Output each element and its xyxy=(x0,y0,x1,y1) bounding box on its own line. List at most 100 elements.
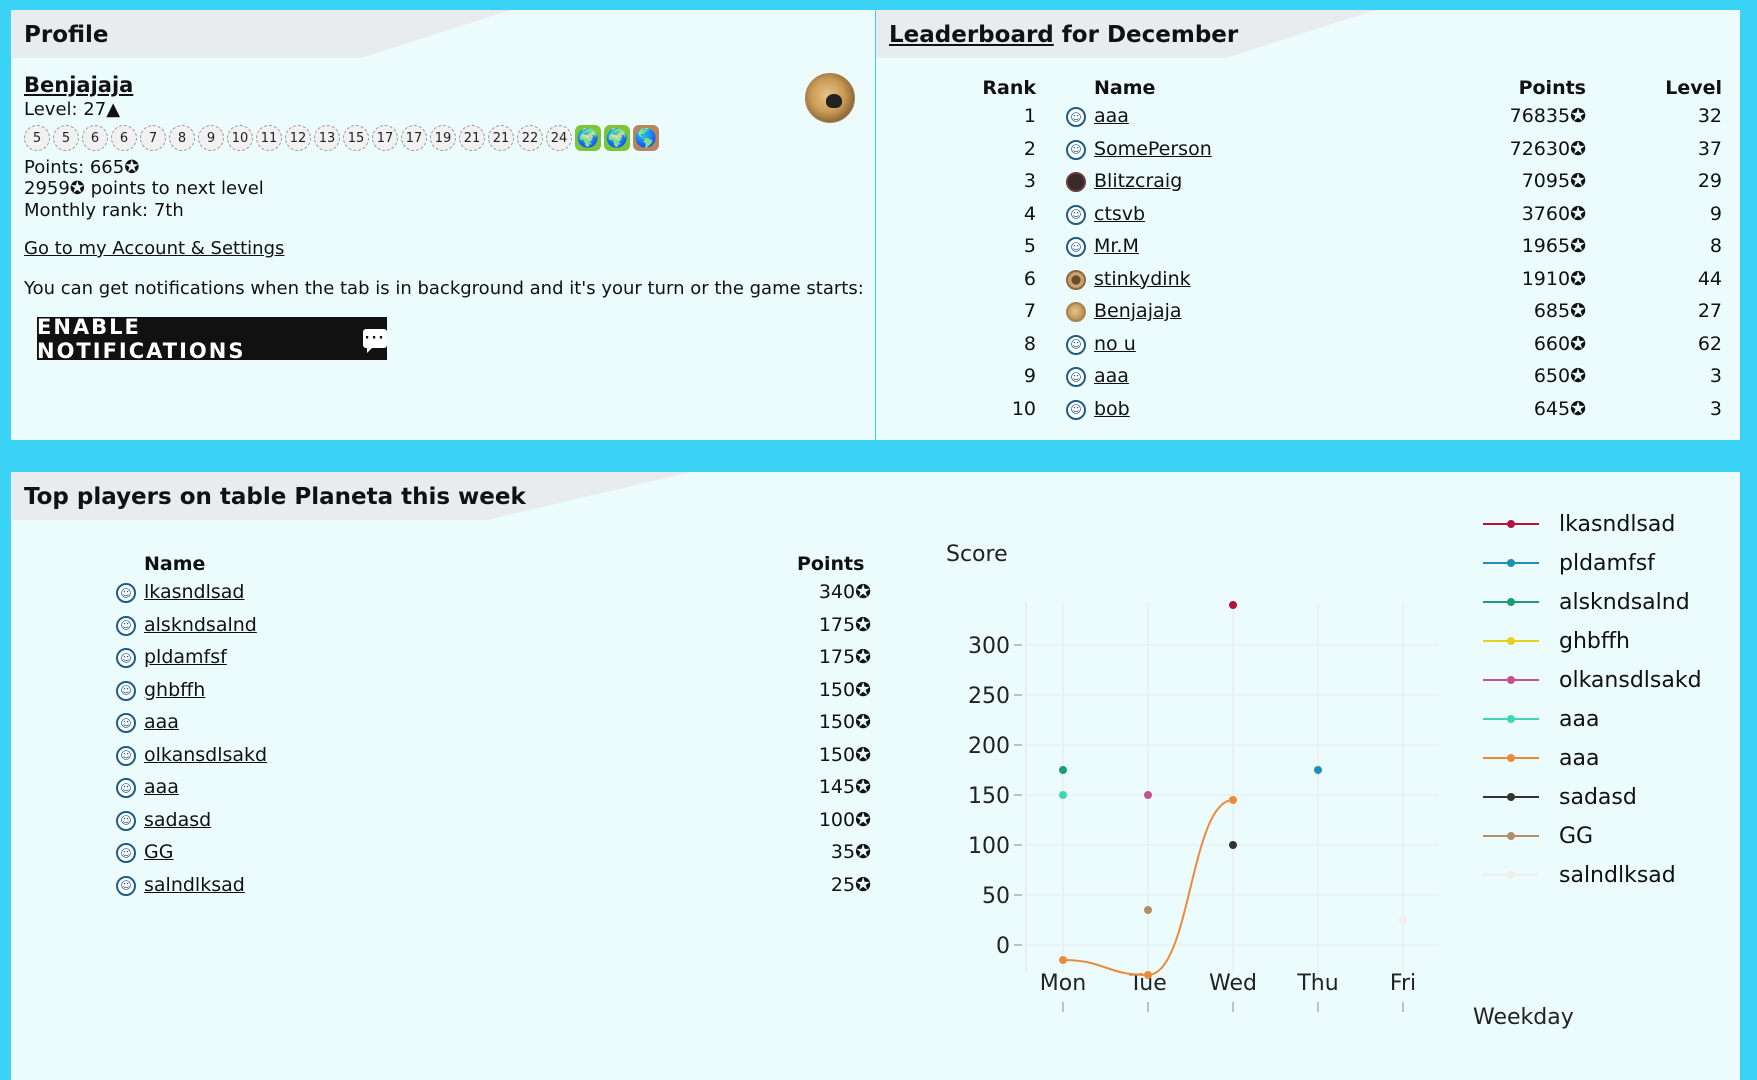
leaderboard-points: 1910✪ xyxy=(1521,267,1586,290)
leaderboard-row: 1 ☺ aaa 76835✪ 32 xyxy=(876,105,1740,135)
leaderboard-player-link[interactable]: aaa xyxy=(1094,105,1129,127)
legend-line-icon xyxy=(1483,559,1539,567)
legend-item[interactable]: aaa xyxy=(1483,743,1599,773)
y-tick-label: 100 xyxy=(968,834,1010,859)
legend-line-icon xyxy=(1483,832,1539,840)
leaderboard-row: 2 ☺ SomePerson 72630✪ 37 xyxy=(876,138,1740,168)
legend-item[interactable]: salndlksad xyxy=(1483,860,1676,890)
leaderboard-rank: 2 xyxy=(1023,137,1036,160)
default-avatar-icon: ☺ xyxy=(1066,204,1086,225)
level-badge: 8 xyxy=(169,125,195,151)
x-tick-label: Wed xyxy=(1209,971,1257,996)
leaderboard-rank: 6 xyxy=(1023,267,1036,290)
legend-item[interactable]: GG xyxy=(1483,821,1593,851)
leaderboard-row: 3 Blitzcraig 7095✪ 29 xyxy=(876,170,1740,200)
level-badge: 24 xyxy=(546,125,572,151)
leaderboard-player-link[interactable]: SomePerson xyxy=(1094,138,1212,160)
leaderboard-rank: 8 xyxy=(1023,332,1036,355)
profile-username-link[interactable]: Benjajaja xyxy=(24,73,133,97)
leaderboard-level: 8 xyxy=(1709,235,1722,257)
notify-description: You can get notifications when the tab i… xyxy=(24,278,864,299)
level-badges: 5 5 6 6 7 8 9 10 11 12 13 15 17 17 19 21 21 22 24 🌍 🌍 🌎 xyxy=(24,125,659,153)
legend-item[interactable]: ghbffh xyxy=(1483,626,1630,656)
leaderboard-player-link[interactable]: no u xyxy=(1094,333,1136,355)
legend-label: salndlksad xyxy=(1559,862,1676,888)
leaderboard-player-link[interactable]: ctsvb xyxy=(1094,203,1145,225)
legend-item[interactable]: aaa xyxy=(1483,704,1599,734)
legend-item[interactable]: pldamfsf xyxy=(1483,548,1655,578)
legend-line-icon xyxy=(1483,715,1539,723)
level-badge: 11 xyxy=(256,125,282,151)
y-tick-label: 250 xyxy=(968,684,1010,709)
lb-header-rank: Rank xyxy=(982,77,1036,99)
leaderboard-player-link[interactable]: Benjajaja xyxy=(1094,300,1182,322)
level-badge: 21 xyxy=(488,125,514,151)
legend-item[interactable]: alskndsalnd xyxy=(1483,587,1690,617)
level-badge: 21 xyxy=(459,125,485,151)
y-axis-label: Score xyxy=(946,542,1008,567)
legend-dot-icon xyxy=(1507,832,1515,840)
legend-label: lkasndlsad xyxy=(1559,511,1676,537)
leaderboard-rank: 10 xyxy=(1011,397,1036,420)
doge-avatar-icon xyxy=(1066,302,1086,322)
profile-panel: Profile Benjajaja Level: 27▲ 5 5 6 6 7 8 9 10 11… xyxy=(11,10,875,440)
leaderboard-rank: 7 xyxy=(1023,300,1036,322)
legend-label: olkansdlsakd xyxy=(1559,667,1702,693)
x-tick-label: Fri xyxy=(1390,971,1416,996)
y-tick-label: 150 xyxy=(968,784,1010,809)
leaderboard-points: 3760✪ xyxy=(1521,202,1586,225)
profile-next-level: 2959✪ points to next level xyxy=(24,178,264,199)
leaderboard-player-link[interactable]: Mr.M xyxy=(1094,235,1139,257)
leaderboard-row: 9 ☺ aaa 650✪ 3 xyxy=(876,365,1740,395)
level-badge: 22 xyxy=(517,125,543,151)
leaderboard-points: 660✪ xyxy=(1533,332,1586,355)
leaderboard-level: 62 xyxy=(1697,332,1722,355)
leaderboard-row: 10 ☺ bob 645✪ 3 xyxy=(876,398,1740,428)
account-settings-link[interactable]: Go to my Account & Settings xyxy=(24,238,284,259)
leaderboard-player-link[interactable]: aaa xyxy=(1094,365,1129,387)
level-badge: 6 xyxy=(111,125,137,151)
leaderboard-rank: 4 xyxy=(1023,202,1036,225)
leaderboard-points: 645✪ xyxy=(1533,397,1586,420)
legend-item[interactable]: sadasd xyxy=(1483,782,1637,812)
level-badge: 9 xyxy=(198,125,224,151)
leaderboard-player-link[interactable]: bob xyxy=(1094,398,1130,420)
legend-line-icon xyxy=(1483,676,1539,684)
weekly-score-chart: 050100150200250300Mon Tue Wed Thu FriScoreWe… xyxy=(946,542,1574,1030)
profile-title: Profile xyxy=(24,22,109,48)
leaderboard-level: 27 xyxy=(1697,300,1722,322)
data-point xyxy=(1059,766,1067,774)
legend-label: ghbffh xyxy=(1559,628,1630,654)
lb-header-name: Name xyxy=(1094,77,1156,99)
enable-notifications-button[interactable]: ENABLE NOTIFICATIONS ··· xyxy=(37,315,387,363)
legend-dot-icon xyxy=(1507,520,1515,528)
data-point xyxy=(1229,841,1237,849)
lb-header-points: Points xyxy=(1518,77,1586,99)
leaderboard-points: 685✪ xyxy=(1533,300,1586,322)
user-avatar-icon xyxy=(1066,172,1086,192)
leaderboard-rank: 5 xyxy=(1023,235,1036,257)
legend-item[interactable]: lkasndlsad xyxy=(1483,509,1675,539)
leaderboard-player-link[interactable]: Blitzcraig xyxy=(1094,170,1182,192)
data-point xyxy=(1144,791,1152,799)
legend-label: aaa xyxy=(1559,745,1600,771)
legend-line-icon xyxy=(1483,520,1539,528)
legend-dot-icon xyxy=(1507,871,1515,879)
leaderboard-level: 32 xyxy=(1697,105,1722,127)
default-avatar-icon: ☺ xyxy=(1066,367,1086,387)
leaderboard-points: 650✪ xyxy=(1533,365,1586,387)
leaderboard-level: 29 xyxy=(1697,170,1722,192)
legend-dot-icon xyxy=(1507,754,1515,762)
data-point xyxy=(1399,916,1407,924)
default-avatar-icon: ☺ xyxy=(1066,139,1086,160)
legend-line-icon xyxy=(1483,754,1539,762)
leaderboard-row: 7 Benjajaja 685✪ 27 xyxy=(876,300,1740,330)
legend-item[interactable]: olkansdlsakd xyxy=(1483,665,1702,695)
y-tick-label: 50 xyxy=(982,884,1010,909)
x-tick-label: Thu xyxy=(1296,971,1338,996)
legend-dot-icon xyxy=(1507,559,1515,567)
profile-points: Points: 665✪ xyxy=(24,157,140,178)
leaderboard-player-link[interactable]: stinkydink xyxy=(1094,268,1191,290)
x-axis-label: Weekday xyxy=(1473,1005,1574,1030)
leaderboard-link[interactable]: Leaderboard xyxy=(889,22,1054,48)
